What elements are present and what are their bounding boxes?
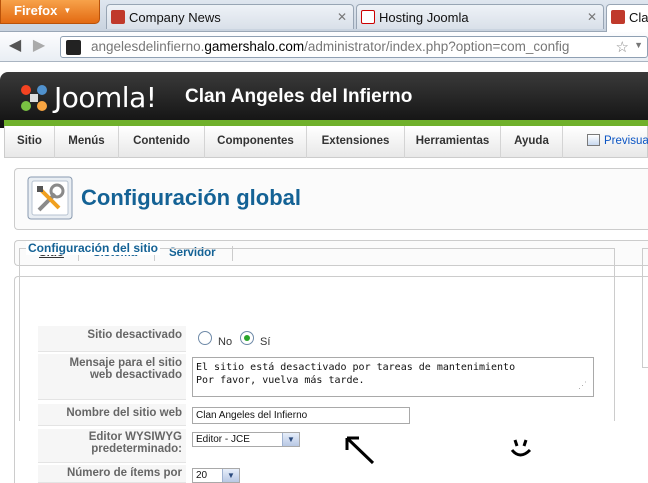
menu-item-menus[interactable]: Menús — [55, 126, 119, 158]
fieldset-legend: Configuración del sitio — [26, 241, 161, 255]
page-title: Configuración global — [81, 185, 301, 210]
firefox-menu-button[interactable]: Firefox ▼ — [0, 0, 100, 24]
tab-title: Company News — [129, 10, 221, 25]
back-arrow-icon[interactable]: ◀ — [4, 36, 26, 58]
editor-label-line1: Editor WYSIWYG — [88, 431, 182, 443]
address-bar[interactable]: angelesdelinfierno.gamershalo.com/admini… — [60, 36, 648, 58]
caret-down-icon: ▼ — [63, 6, 72, 15]
list-length-select-value: 20 — [196, 470, 208, 481]
browser-tab-company-news[interactable]: Company News ✕ — [106, 4, 354, 29]
dropdown-arrow-icon[interactable]: ▼ — [634, 40, 643, 50]
joomla-logo-text: Joomla! — [54, 81, 157, 114]
offline-message-label-line2: web desactivado — [89, 369, 182, 381]
editor-select[interactable]: Editor - JCE ▼ — [192, 432, 300, 447]
site-offline-label-text: Sitio desactivado — [87, 329, 182, 341]
site-name-input[interactable]: Clan Angeles del Infierno — [192, 407, 410, 424]
page-title-box: Configuración global — [14, 168, 648, 230]
editor-select-value: Editor - JCE — [196, 434, 250, 445]
menu-item-ayuda[interactable]: Ayuda — [501, 126, 563, 158]
editor-label: Editor WYSIWYG predeterminado: — [38, 429, 186, 463]
radio-offline-si-label: Sí — [260, 336, 271, 348]
site-name-label-text: Nombre del sitio web — [66, 407, 182, 419]
side-fieldset — [642, 248, 648, 368]
offline-message-textarea[interactable]: El sitio está desactivado por tareas de … — [192, 357, 594, 397]
editor-label-line2: predeterminado: — [91, 443, 182, 455]
site-favicon-icon — [66, 40, 81, 55]
menu-item-contenido[interactable]: Contenido — [119, 126, 205, 158]
list-length-select[interactable]: 20 ▼ — [192, 468, 240, 483]
url-host: gamershalo.com — [204, 39, 305, 54]
hosting-favicon-icon — [361, 10, 375, 24]
chevron-down-icon: ▼ — [222, 469, 239, 482]
annotation-arrow-icon — [345, 436, 375, 465]
joomla-favicon-icon — [611, 10, 625, 24]
list-length-label-text: Número de ítems por — [66, 467, 182, 479]
forward-arrow-icon[interactable]: ▶ — [28, 36, 50, 58]
radio-offline-si[interactable] — [240, 331, 254, 345]
joomla-favicon-icon — [111, 10, 125, 24]
menu-item-extensiones[interactable]: Extensiones — [307, 126, 405, 158]
browser-tab-hosting-joomla[interactable]: Hosting Joomla ✕ — [356, 4, 604, 29]
radio-offline-no[interactable] — [198, 331, 212, 345]
close-icon[interactable]: ✕ — [587, 10, 597, 24]
list-length-label: Número de ítems por — [38, 465, 186, 483]
admin-menu-bar: Sitio Menús Contenido Componentes Extens… — [4, 126, 648, 158]
config-tools-icon — [27, 176, 73, 220]
url-path: /administrator/index.php?option=com_conf… — [304, 39, 570, 54]
chevron-down-icon: ▼ — [282, 433, 299, 446]
site-name: Clan Angeles del Infierno — [185, 86, 413, 107]
annotation-face-icon — [510, 439, 532, 457]
offline-message-label: Mensaje para el sitio web desactivado — [38, 354, 186, 400]
radio-offline-no-label: No — [218, 336, 233, 348]
site-offline-label: Sitio desactivado — [38, 326, 186, 352]
menu-item-herramientas[interactable]: Herramientas — [405, 126, 501, 158]
close-icon[interactable]: ✕ — [337, 10, 347, 24]
tab-title: Hosting Joomla — [379, 10, 469, 25]
resize-grip-icon[interactable]: ⋰ — [578, 380, 587, 391]
preview-icon — [587, 134, 600, 146]
browser-nav-bar: ◀ ▶ angelesdelinfierno.gamershalo.com/ad… — [0, 32, 648, 62]
menu-item-sitio[interactable]: Sitio — [5, 126, 55, 158]
offline-message-label-line1: Mensaje para el sitio — [69, 357, 183, 369]
tab-title: Clan — [629, 10, 648, 25]
preview-link[interactable]: Previsual — [587, 134, 648, 147]
joomla-logo-icon — [21, 85, 47, 111]
firefox-menu-label: Firefox — [14, 3, 58, 18]
browser-tab-clan[interactable]: Clan — [606, 4, 648, 32]
site-name-label: Nombre del sitio web — [38, 404, 186, 426]
preview-label: Previsual — [604, 135, 648, 147]
bookmark-star-icon[interactable]: ☆ — [616, 38, 629, 56]
browser-tab-bar: Firefox ▼ Company News ✕ Hosting Joomla ✕… — [0, 0, 648, 32]
menu-item-componentes[interactable]: Componentes — [205, 126, 307, 158]
url-prefix: angelesdelinfierno. — [91, 39, 205, 54]
